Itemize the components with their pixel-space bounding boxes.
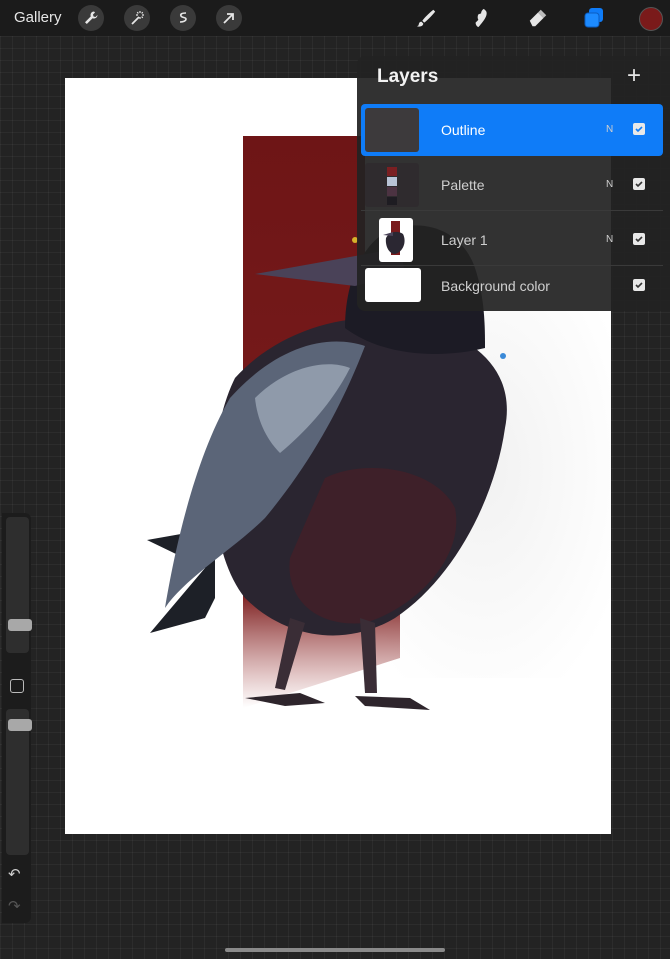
layer-thumbnail: [365, 268, 421, 302]
blend-mode[interactable]: N: [606, 124, 613, 135]
visibility-checkbox[interactable]: [633, 279, 645, 291]
layer-name: Palette: [441, 177, 485, 193]
layer-thumbnail: [365, 108, 419, 152]
visibility-checkbox[interactable]: [633, 123, 645, 135]
layer-row-palette[interactable]: Palette N: [361, 159, 663, 211]
brush-icon[interactable]: [414, 6, 438, 30]
layer-name: Background color: [441, 278, 550, 294]
visibility-checkbox[interactable]: [633, 178, 645, 190]
layer-row-background-color[interactable]: Background color: [361, 266, 663, 308]
gallery-button[interactable]: Gallery: [14, 9, 62, 26]
layers-title: Layers: [377, 66, 439, 87]
undo-icon[interactable]: ↶: [8, 865, 21, 883]
layer-name: Outline: [441, 122, 486, 138]
modify-button[interactable]: [10, 679, 24, 693]
layers-icon[interactable]: [582, 6, 606, 30]
selection-icon[interactable]: [170, 5, 196, 31]
brush-size-slider[interactable]: [6, 517, 32, 653]
visibility-checkbox[interactable]: [633, 233, 645, 245]
opacity-slider[interactable]: [6, 709, 32, 855]
home-indicator[interactable]: [225, 948, 445, 952]
layers-panel: Layers + Outline N Palette N Layer 1 N B…: [357, 56, 670, 311]
blend-mode[interactable]: N: [606, 179, 613, 190]
layer-thumbnail: [365, 163, 419, 207]
smudge-icon[interactable]: [470, 6, 494, 30]
redo-icon[interactable]: ↷: [8, 897, 21, 915]
sidebar: ↶ ↷: [2, 513, 32, 923]
brush-size-thumb[interactable]: [8, 619, 32, 631]
eraser-icon[interactable]: [526, 6, 550, 30]
divider: [361, 210, 663, 211]
top-toolbar: Gallery: [0, 0, 670, 36]
wrench-icon[interactable]: [78, 5, 104, 31]
opacity-thumb[interactable]: [8, 719, 32, 731]
plus-icon[interactable]: +: [627, 64, 641, 88]
blend-mode[interactable]: N: [606, 234, 613, 245]
transform-arrow-icon[interactable]: [216, 5, 242, 31]
layer-row-outline[interactable]: Outline N: [361, 104, 663, 156]
magic-wand-icon[interactable]: [124, 5, 150, 31]
current-color-swatch[interactable]: [639, 7, 663, 31]
layer-name: Layer 1: [441, 232, 488, 248]
layer-row-layer-1[interactable]: Layer 1 N: [361, 214, 663, 266]
layer-thumbnail: [379, 218, 413, 262]
